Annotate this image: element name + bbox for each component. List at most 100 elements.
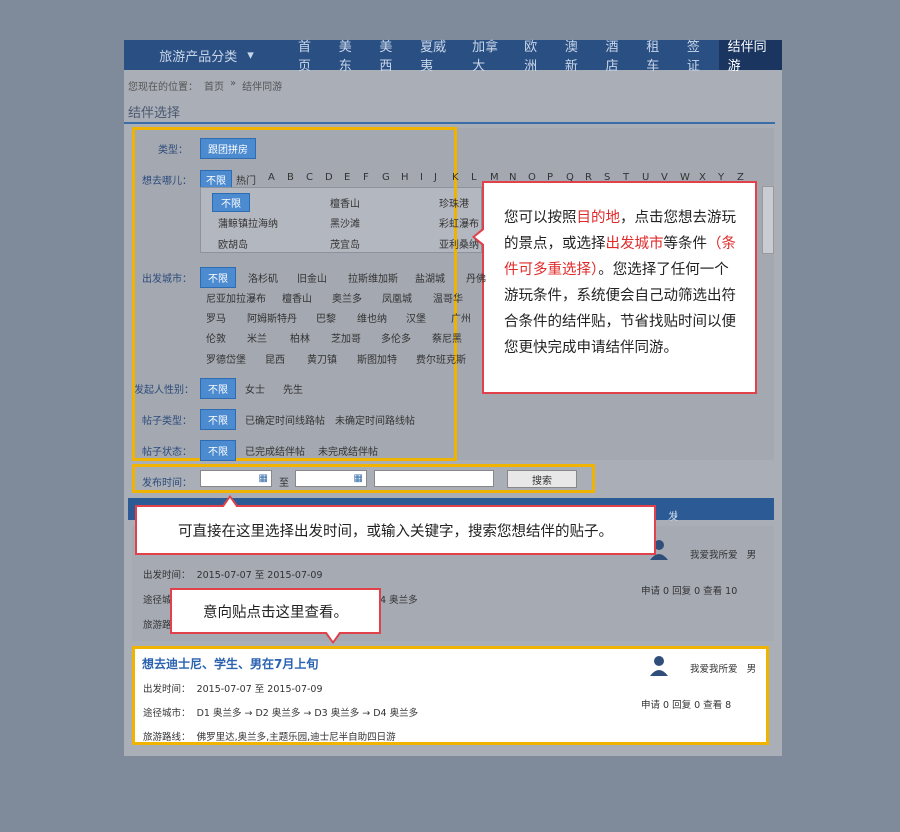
city-item[interactable]: 费尔班克斯 (416, 351, 466, 366)
city-item[interactable]: 奥兰多 (332, 290, 362, 305)
scrollbar[interactable] (762, 186, 774, 254)
destination-item[interactable]: 欧胡岛 (218, 236, 248, 251)
city-item[interactable]: 蔡尼黑 (432, 330, 462, 345)
city-item[interactable]: 多伦多 (381, 330, 411, 345)
letter-p[interactable]: P (547, 172, 553, 183)
destination-unlimited-tag[interactable]: 不限 (212, 193, 250, 212)
city-item[interactable]: 广州 (451, 310, 471, 325)
nav-item[interactable]: 签证 (678, 40, 719, 74)
city-item[interactable]: 柏林 (290, 330, 310, 345)
city-item[interactable]: 洛杉矶 (248, 270, 278, 285)
nav-item[interactable]: 美西 (370, 40, 411, 74)
city-item[interactable]: 檀香山 (282, 290, 312, 305)
destination-item[interactable]: 珍珠港 (439, 195, 469, 210)
letter-e[interactable]: E (344, 172, 350, 183)
breadcrumb-current: 结伴同游 (242, 82, 283, 93)
letter-h[interactable]: H (401, 172, 409, 183)
city-item[interactable]: 盐湖城 (415, 270, 445, 285)
nav-item[interactable]: 欧洲 (515, 40, 556, 74)
nav-item[interactable]: 租车 (637, 40, 678, 74)
destination-item[interactable]: 檀香山 (330, 195, 360, 210)
letter-g[interactable]: G (382, 172, 390, 183)
city-item[interactable]: 凤凰城 (382, 290, 412, 305)
gender-unlimited[interactable]: 不限 (200, 378, 236, 399)
letter-k[interactable]: K (452, 172, 459, 183)
nav-item[interactable]: 澳新 (556, 40, 597, 74)
letter-v[interactable]: V (661, 172, 668, 183)
callout-post: 意向贴点击这里查看。 (170, 588, 381, 644)
nav-item[interactable]: 加拿大 (463, 40, 515, 74)
city-item[interactable]: 阿姆斯特丹 (247, 310, 297, 325)
city-item[interactable]: 拉斯维加斯 (348, 270, 398, 285)
city-item[interactable]: 丹佛 (466, 270, 486, 285)
city-item[interactable]: 汉堡 (406, 310, 426, 325)
post_type-unlimited-tag[interactable]: 不限 (200, 409, 236, 430)
city-item[interactable]: 昆西 (265, 351, 285, 366)
letter-c[interactable]: C (306, 172, 313, 183)
destination-item[interactable]: 黑沙滩 (330, 215, 360, 230)
city-item[interactable]: 斯图加特 (357, 351, 397, 366)
destination-unlimited[interactable]: 不限 (212, 193, 250, 212)
letter-x[interactable]: X (699, 172, 706, 183)
destination-item[interactable]: 茂宜岛 (330, 236, 360, 251)
city-item[interactable]: 旧金山 (297, 270, 327, 285)
city-item[interactable]: 罗德岱堡 (206, 351, 246, 366)
letter-n[interactable]: N (509, 172, 516, 183)
post_status-option[interactable]: 未完成结伴帖 (318, 443, 378, 458)
letter-o[interactable]: O (528, 172, 536, 183)
post-highlight (132, 646, 769, 745)
letter-f[interactable]: F (363, 172, 369, 183)
city-item[interactable]: 芝加哥 (331, 330, 361, 345)
post_type-option[interactable]: 未确定时间路线帖 (335, 412, 415, 427)
letter-m[interactable]: M (490, 172, 499, 183)
user-gender: 男 (746, 550, 757, 561)
user-name[interactable]: 我爱我所爱 (690, 550, 738, 561)
title-divider (124, 122, 775, 124)
post_status-option[interactable]: 已完成结伴帖 (245, 443, 305, 458)
chevron-down-icon: ▾ (247, 47, 254, 63)
letter-t[interactable]: T (623, 172, 629, 183)
letter-r[interactable]: R (585, 172, 592, 183)
letter-s[interactable]: S (604, 172, 610, 183)
nav-item[interactable]: 首页 (289, 40, 330, 74)
breadcrumb-home[interactable]: 首页 (204, 78, 224, 93)
post_type-unlimited[interactable]: 不限 (200, 409, 236, 430)
city-item[interactable]: 温哥华 (433, 290, 463, 305)
route-partial: 4 奥兰多 (380, 595, 418, 606)
letter-d[interactable]: D (325, 172, 333, 183)
gender-option[interactable]: 女士 (245, 381, 265, 396)
nav-item[interactable]: 夏威夷 (411, 40, 463, 74)
letter-u[interactable]: U (642, 172, 649, 183)
city-item[interactable]: 伦敦 (206, 330, 226, 345)
arrow-down-icon: 🠗 (673, 510, 678, 521)
city-item[interactable]: 维也纳 (357, 310, 387, 325)
nav-item[interactable]: 酒店 (597, 40, 638, 74)
callout-search: 可直接在这里选择出发时间，或输入关键字，搜索您想结伴的贴子。 (135, 495, 656, 555)
letter-w[interactable]: W (680, 172, 690, 183)
letter-q[interactable]: Q (566, 172, 574, 183)
city-item[interactable]: 巴黎 (316, 310, 336, 325)
destination-item[interactable]: 彩虹瀑布 (439, 215, 479, 230)
depart-date: 2015-07-07 至 2015-07-09 (196, 570, 323, 581)
letter-i[interactable]: I (420, 172, 423, 183)
letter-y[interactable]: Y (718, 172, 724, 183)
category-dropdown[interactable]: 旅游产品分类 ▾ (124, 40, 289, 70)
letter-a[interactable]: A (268, 172, 275, 183)
gender-unlimited-tag[interactable]: 不限 (200, 378, 236, 399)
city-item[interactable]: 黄刀镇 (307, 351, 337, 366)
city-item[interactable]: 米兰 (247, 330, 267, 345)
post_status-unlimited[interactable]: 不限 (200, 440, 236, 461)
destination-item[interactable]: 亚利桑纳 (439, 236, 479, 251)
nav-item-active[interactable]: 结伴同游 (718, 40, 782, 74)
nav-item[interactable]: 美东 (330, 40, 371, 74)
letter-z[interactable]: Z (737, 172, 744, 183)
destination-item[interactable]: 蒲鲸镇拉海纳 (218, 215, 278, 230)
letter-l[interactable]: L (471, 172, 477, 183)
post_status-unlimited-tag[interactable]: 不限 (200, 440, 236, 461)
city-item[interactable]: 尼亚加拉瀑布 (206, 290, 266, 305)
post_type-option[interactable]: 已确定时间线路帖 (245, 412, 325, 427)
gender-option[interactable]: 先生 (283, 381, 303, 396)
city-item[interactable]: 罗马 (206, 310, 226, 325)
letter-b[interactable]: B (287, 172, 294, 183)
letter-j[interactable]: J (434, 172, 437, 183)
